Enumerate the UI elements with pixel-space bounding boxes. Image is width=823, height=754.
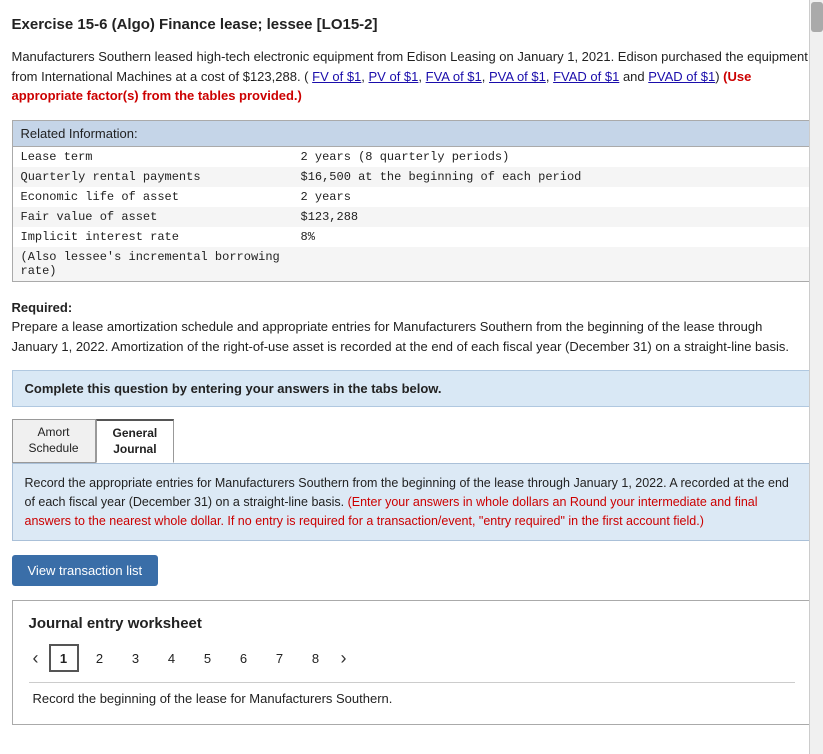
required-section: Required: Prepare a lease amortization s… bbox=[12, 298, 812, 357]
related-info-header: Related Information: bbox=[13, 121, 811, 147]
lease-term-value: 2 years (8 quarterly periods) bbox=[293, 147, 811, 167]
tab-amort-schedule[interactable]: Amort Schedule bbox=[12, 419, 96, 463]
view-transaction-list-button[interactable]: View transaction list bbox=[12, 555, 159, 586]
interest-rate-label: Implicit interest rate bbox=[13, 227, 293, 247]
page-1-button[interactable]: 1 bbox=[49, 644, 79, 672]
pva-link[interactable]: PVA of $1 bbox=[489, 69, 546, 84]
table-row: (Also lessee's incremental borrowing rat… bbox=[13, 247, 811, 281]
prev-page-button[interactable]: ‹ bbox=[29, 646, 43, 671]
scrollbar-thumb[interactable] bbox=[811, 2, 823, 32]
related-info-table: Lease term 2 years (8 quarterly periods)… bbox=[13, 147, 811, 281]
fair-value-label: Fair value of asset bbox=[13, 207, 293, 227]
tabs-row: Amort Schedule General Journal bbox=[12, 419, 812, 463]
interest-rate-value: 8% bbox=[293, 227, 811, 247]
page-3-button[interactable]: 3 bbox=[121, 644, 151, 672]
worksheet-box: Journal entry worksheet ‹ 1 2 3 4 5 6 7 … bbox=[12, 600, 812, 725]
complete-box: Complete this question by entering your … bbox=[12, 370, 812, 407]
required-text: Prepare a lease amortization schedule an… bbox=[12, 319, 790, 354]
page-5-button[interactable]: 5 bbox=[193, 644, 223, 672]
quarterly-payments-value: $16,500 at the beginning of each period bbox=[293, 167, 811, 187]
next-page-button[interactable]: › bbox=[337, 646, 351, 671]
lease-term-label: Lease term bbox=[13, 147, 293, 167]
page-7-button[interactable]: 7 bbox=[265, 644, 295, 672]
lessee-note-value bbox=[293, 247, 811, 281]
fvad-link[interactable]: FVAD of $1 bbox=[553, 69, 619, 84]
lessee-note-label: (Also lessee's incremental borrowing rat… bbox=[13, 247, 293, 281]
economic-life-value: 2 years bbox=[293, 187, 811, 207]
worksheet-title: Journal entry worksheet bbox=[29, 615, 795, 632]
intro-paragraph: Manufacturers Southern leased high-tech … bbox=[12, 47, 812, 106]
fva-link[interactable]: FVA of $1 bbox=[426, 69, 482, 84]
page-8-button[interactable]: 8 bbox=[301, 644, 331, 672]
economic-life-label: Economic life of asset bbox=[13, 187, 293, 207]
page-title: Exercise 15-6 (Algo) Finance lease; less… bbox=[12, 16, 812, 33]
instruction-box: Record the appropriate entries for Manuf… bbox=[12, 463, 812, 541]
table-row: Economic life of asset 2 years bbox=[13, 187, 811, 207]
fv-link[interactable]: FV of $1 bbox=[312, 69, 361, 84]
pv-link[interactable]: PV of $1 bbox=[369, 69, 419, 84]
tab-general-journal[interactable]: General Journal bbox=[96, 419, 175, 463]
pagination-row: ‹ 1 2 3 4 5 6 7 8 › bbox=[29, 644, 795, 672]
table-row: Implicit interest rate 8% bbox=[13, 227, 811, 247]
page-4-button[interactable]: 4 bbox=[157, 644, 187, 672]
table-row: Lease term 2 years (8 quarterly periods) bbox=[13, 147, 811, 167]
record-text: Record the beginning of the lease for Ma… bbox=[29, 682, 795, 714]
quarterly-payments-label: Quarterly rental payments bbox=[13, 167, 293, 187]
related-info-box: Related Information: Lease term 2 years … bbox=[12, 120, 812, 282]
fair-value-value: $123,288 bbox=[293, 207, 811, 227]
table-row: Fair value of asset $123,288 bbox=[13, 207, 811, 227]
scrollbar[interactable] bbox=[809, 0, 823, 754]
pvad-link[interactable]: PVAD of $1 bbox=[648, 69, 715, 84]
table-row: Quarterly rental payments $16,500 at the… bbox=[13, 167, 811, 187]
page-6-button[interactable]: 6 bbox=[229, 644, 259, 672]
required-label: Required: bbox=[12, 300, 73, 315]
page-2-button[interactable]: 2 bbox=[85, 644, 115, 672]
